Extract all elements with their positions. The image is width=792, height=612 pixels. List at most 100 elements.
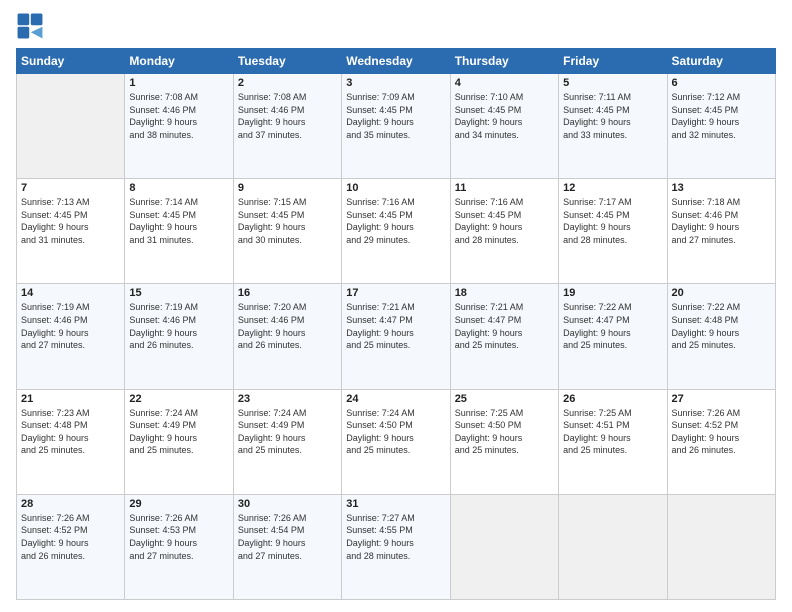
calendar-cell: 30 Sunrise: 7:26 AM Sunset: 4:54 PM Dayli… <box>233 494 341 599</box>
day-info: Sunrise: 7:18 AM Sunset: 4:46 PM Dayligh… <box>672 196 771 246</box>
day-number: 3 <box>346 77 445 89</box>
day-number: 28 <box>21 498 120 510</box>
day-number: 26 <box>563 393 662 405</box>
day-number: 29 <box>129 498 228 510</box>
calendar-header-row: SundayMondayTuesdayWednesdayThursdayFrid… <box>17 49 776 74</box>
day-number: 22 <box>129 393 228 405</box>
day-number: 9 <box>238 182 337 194</box>
day-info: Sunrise: 7:26 AM Sunset: 4:54 PM Dayligh… <box>238 512 337 562</box>
calendar-cell: 15 Sunrise: 7:19 AM Sunset: 4:46 PM Dayli… <box>125 284 233 389</box>
calendar-cell: 1 Sunrise: 7:08 AM Sunset: 4:46 PM Daylig… <box>125 74 233 179</box>
page: SundayMondayTuesdayWednesdayThursdayFrid… <box>0 0 792 612</box>
day-number: 17 <box>346 287 445 299</box>
day-info: Sunrise: 7:22 AM Sunset: 4:47 PM Dayligh… <box>563 301 662 351</box>
header-monday: Monday <box>125 49 233 74</box>
day-number: 1 <box>129 77 228 89</box>
day-number: 16 <box>238 287 337 299</box>
day-number: 6 <box>672 77 771 89</box>
day-info: Sunrise: 7:26 AM Sunset: 4:52 PM Dayligh… <box>21 512 120 562</box>
calendar-cell: 13 Sunrise: 7:18 AM Sunset: 4:46 PM Dayli… <box>667 179 775 284</box>
calendar-cell <box>667 494 775 599</box>
day-info: Sunrise: 7:10 AM Sunset: 4:45 PM Dayligh… <box>455 91 554 141</box>
calendar-cell <box>559 494 667 599</box>
calendar-cell: 17 Sunrise: 7:21 AM Sunset: 4:47 PM Dayli… <box>342 284 450 389</box>
day-number: 18 <box>455 287 554 299</box>
calendar-cell: 31Sunrise: 7:27 AM Sunset: 4:55 PM Dayli… <box>342 494 450 599</box>
calendar-cell <box>450 494 558 599</box>
day-info: Sunrise: 7:09 AM Sunset: 4:45 PM Dayligh… <box>346 91 445 141</box>
day-number: 5 <box>563 77 662 89</box>
day-info: Sunrise: 7:14 AM Sunset: 4:45 PM Dayligh… <box>129 196 228 246</box>
header-saturday: Saturday <box>667 49 775 74</box>
day-number: 27 <box>672 393 771 405</box>
calendar-cell: 9 Sunrise: 7:15 AM Sunset: 4:45 PM Daylig… <box>233 179 341 284</box>
day-number: 8 <box>129 182 228 194</box>
header-tuesday: Tuesday <box>233 49 341 74</box>
day-number: 20 <box>672 287 771 299</box>
calendar-week-2: 7 Sunrise: 7:13 AM Sunset: 4:45 PM Daylig… <box>17 179 776 284</box>
calendar-cell: 14 Sunrise: 7:19 AM Sunset: 4:46 PM Dayli… <box>17 284 125 389</box>
day-number: 19 <box>563 287 662 299</box>
day-info: Sunrise: 7:19 AM Sunset: 4:46 PM Dayligh… <box>129 301 228 351</box>
calendar-cell: 5 Sunrise: 7:11 AM Sunset: 4:45 PM Daylig… <box>559 74 667 179</box>
calendar-cell: 11Sunrise: 7:16 AM Sunset: 4:45 PM Dayli… <box>450 179 558 284</box>
calendar-cell: 12 Sunrise: 7:17 AM Sunset: 4:45 PM Dayli… <box>559 179 667 284</box>
day-info: Sunrise: 7:17 AM Sunset: 4:45 PM Dayligh… <box>563 196 662 246</box>
day-info: Sunrise: 7:12 AM Sunset: 4:45 PM Dayligh… <box>672 91 771 141</box>
calendar-cell: 20 Sunrise: 7:22 AM Sunset: 4:48 PM Dayli… <box>667 284 775 389</box>
calendar-cell: 4Sunrise: 7:10 AM Sunset: 4:45 PM Daylig… <box>450 74 558 179</box>
header-sunday: Sunday <box>17 49 125 74</box>
day-number: 21 <box>21 393 120 405</box>
day-number: 30 <box>238 498 337 510</box>
day-info: Sunrise: 7:08 AM Sunset: 4:46 PM Dayligh… <box>238 91 337 141</box>
calendar-cell: 23Sunrise: 7:24 AM Sunset: 4:49 PM Dayli… <box>233 389 341 494</box>
calendar-cell <box>17 74 125 179</box>
calendar-week-4: 21 Sunrise: 7:23 AM Sunset: 4:48 PM Dayli… <box>17 389 776 494</box>
day-info: Sunrise: 7:25 AM Sunset: 4:51 PM Dayligh… <box>563 407 662 457</box>
calendar-cell: 2 Sunrise: 7:08 AM Sunset: 4:46 PM Daylig… <box>233 74 341 179</box>
day-info: Sunrise: 7:22 AM Sunset: 4:48 PM Dayligh… <box>672 301 771 351</box>
calendar-cell: 10Sunrise: 7:16 AM Sunset: 4:45 PM Dayli… <box>342 179 450 284</box>
day-number: 15 <box>129 287 228 299</box>
day-info: Sunrise: 7:25 AM Sunset: 4:50 PM Dayligh… <box>455 407 554 457</box>
day-number: 24 <box>346 393 445 405</box>
calendar-cell: 29 Sunrise: 7:26 AM Sunset: 4:53 PM Dayli… <box>125 494 233 599</box>
day-info: Sunrise: 7:24 AM Sunset: 4:49 PM Dayligh… <box>129 407 228 457</box>
day-number: 13 <box>672 182 771 194</box>
day-info: Sunrise: 7:26 AM Sunset: 4:52 PM Dayligh… <box>672 407 771 457</box>
day-info: Sunrise: 7:23 AM Sunset: 4:48 PM Dayligh… <box>21 407 120 457</box>
logo-icon <box>16 12 44 40</box>
day-number: 2 <box>238 77 337 89</box>
calendar-cell: 25 Sunrise: 7:25 AM Sunset: 4:50 PM Dayli… <box>450 389 558 494</box>
day-info: Sunrise: 7:27 AM Sunset: 4:55 PM Dayligh… <box>346 512 445 562</box>
calendar-cell: 22 Sunrise: 7:24 AM Sunset: 4:49 PM Dayli… <box>125 389 233 494</box>
calendar-cell: 18 Sunrise: 7:21 AM Sunset: 4:47 PM Dayli… <box>450 284 558 389</box>
day-info: Sunrise: 7:15 AM Sunset: 4:45 PM Dayligh… <box>238 196 337 246</box>
day-info: Sunrise: 7:13 AM Sunset: 4:45 PM Dayligh… <box>21 196 120 246</box>
day-info: Sunrise: 7:26 AM Sunset: 4:53 PM Dayligh… <box>129 512 228 562</box>
day-info: Sunrise: 7:11 AM Sunset: 4:45 PM Dayligh… <box>563 91 662 141</box>
calendar-week-5: 28 Sunrise: 7:26 AM Sunset: 4:52 PM Dayli… <box>17 494 776 599</box>
day-number: 14 <box>21 287 120 299</box>
calendar-table: SundayMondayTuesdayWednesdayThursdayFrid… <box>16 48 776 600</box>
day-info: Sunrise: 7:24 AM Sunset: 4:50 PM Dayligh… <box>346 407 445 457</box>
day-info: Sunrise: 7:21 AM Sunset: 4:47 PM Dayligh… <box>346 301 445 351</box>
header-wednesday: Wednesday <box>342 49 450 74</box>
day-number: 7 <box>21 182 120 194</box>
day-info: Sunrise: 7:21 AM Sunset: 4:47 PM Dayligh… <box>455 301 554 351</box>
day-info: Sunrise: 7:24 AM Sunset: 4:49 PM Dayligh… <box>238 407 337 457</box>
day-number: 12 <box>563 182 662 194</box>
day-info: Sunrise: 7:16 AM Sunset: 4:45 PM Dayligh… <box>455 196 554 246</box>
day-info: Sunrise: 7:19 AM Sunset: 4:46 PM Dayligh… <box>21 301 120 351</box>
header <box>16 12 776 40</box>
calendar-cell: 6 Sunrise: 7:12 AM Sunset: 4:45 PM Daylig… <box>667 74 775 179</box>
calendar-week-1: 1 Sunrise: 7:08 AM Sunset: 4:46 PM Daylig… <box>17 74 776 179</box>
calendar-cell: 16Sunrise: 7:20 AM Sunset: 4:46 PM Dayli… <box>233 284 341 389</box>
header-friday: Friday <box>559 49 667 74</box>
day-number: 25 <box>455 393 554 405</box>
calendar-cell: 24 Sunrise: 7:24 AM Sunset: 4:50 PM Dayli… <box>342 389 450 494</box>
header-thursday: Thursday <box>450 49 558 74</box>
calendar-cell: 27 Sunrise: 7:26 AM Sunset: 4:52 PM Dayli… <box>667 389 775 494</box>
calendar-cell: 19 Sunrise: 7:22 AM Sunset: 4:47 PM Dayli… <box>559 284 667 389</box>
day-info: Sunrise: 7:08 AM Sunset: 4:46 PM Dayligh… <box>129 91 228 141</box>
